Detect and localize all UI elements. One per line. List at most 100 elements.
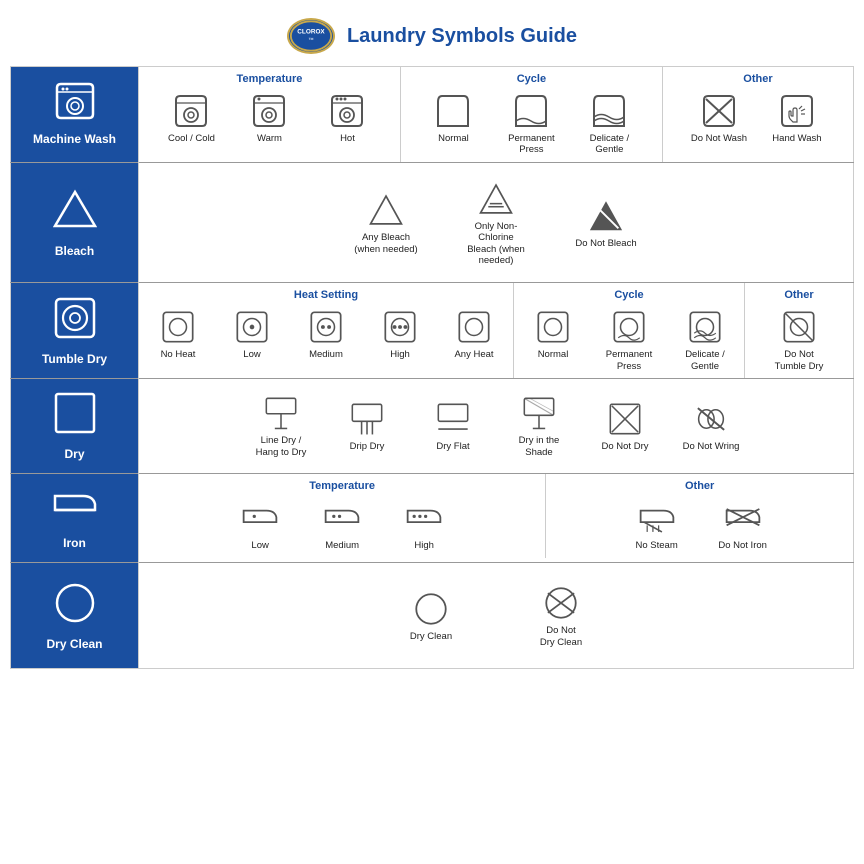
- do-not-wash-icon: [701, 91, 737, 131]
- iron-header: Iron: [11, 474, 139, 563]
- dry-clean-icon-main: [17, 581, 132, 633]
- item-dry-clean: Dry Clean: [396, 589, 466, 642]
- do-not-iron-label: Do Not Iron: [718, 540, 767, 551]
- tumble-dry-row: Tumble Dry Heat Setting: [11, 283, 854, 379]
- item-line-dry: Line Dry /Hang to Dry: [246, 393, 316, 458]
- tumble-dry-label: Tumble Dry: [17, 352, 132, 366]
- machine-wash-row: Machine Wash Temperature: [11, 67, 854, 163]
- do-not-wash-label: Do Not Wash: [691, 133, 747, 144]
- temp-title: Temperature: [143, 73, 396, 85]
- item-drip-dry: Drip Dry: [332, 399, 402, 452]
- item-dry-cycle-normal: Normal: [518, 307, 588, 372]
- dry-flat-label: Dry Flat: [436, 441, 469, 452]
- item-do-not-dry-clean: Do NotDry Clean: [526, 583, 596, 648]
- do-not-dry-clean-label: Do NotDry Clean: [540, 625, 582, 648]
- dry-cycle-perm-icon: [612, 307, 646, 347]
- hand-wash-label: Hand Wash: [772, 133, 821, 144]
- item-do-not-tumble: Do NotTumble Dry: [764, 307, 834, 372]
- dry-cycle-perm-label: PermanentPress: [606, 349, 652, 372]
- wash-delicate-icon: [591, 91, 627, 131]
- dry-cycle-delicate-icon: [688, 307, 722, 347]
- dry-high-label: High: [390, 349, 410, 360]
- iron-icon-main: [17, 486, 132, 532]
- wash-hot-icon: [329, 91, 365, 131]
- wash-normal-icon: [435, 91, 471, 131]
- wash-perm-icon: [513, 91, 549, 131]
- dry-label: Dry: [17, 447, 132, 461]
- dry-high-icon: [383, 307, 417, 347]
- dry-medium-label: Medium: [309, 349, 343, 360]
- no-heat-label: No Heat: [161, 349, 196, 360]
- any-bleach-icon: [368, 190, 404, 230]
- item-iron-low: Low: [225, 498, 295, 551]
- iron-medium-label: Medium: [325, 540, 359, 551]
- iron-content: Temperature Low: [139, 474, 854, 563]
- do-not-dry-icon: [608, 399, 642, 439]
- item-no-heat: No Heat: [143, 307, 213, 360]
- non-chlorine-label: Only Non-ChlorineBleach (when needed): [461, 221, 531, 267]
- item-dry-cycle-delicate: Delicate /Gentle: [670, 307, 740, 372]
- item-normal: Normal: [418, 91, 488, 156]
- item-dry-shade: Dry in theShade: [504, 393, 574, 458]
- machine-wash-header: Machine Wash: [11, 67, 139, 163]
- heat-setting-title: Heat Setting: [143, 289, 509, 301]
- dry-row: Dry Line Dry /Hang to Dry: [11, 379, 854, 474]
- machine-wash-icon: [17, 82, 132, 128]
- hand-wash-icon: [779, 91, 815, 131]
- do-not-tumble-icon: [782, 307, 816, 347]
- machine-wash-content: Temperature: [139, 67, 854, 163]
- item-dry-low: Low: [217, 307, 287, 360]
- drip-dry-icon: [350, 399, 384, 439]
- delicate-label: Delicate /Gentle: [590, 133, 630, 156]
- dry-clean-item-label: Dry Clean: [410, 631, 452, 642]
- item-dry-high: High: [365, 307, 435, 360]
- do-not-tumble-label: Do NotTumble Dry: [775, 349, 824, 372]
- item-hot: Hot: [312, 91, 382, 144]
- item-iron-medium: Medium: [307, 498, 377, 551]
- iron-other-title: Other: [550, 480, 849, 492]
- dry-cycle-delicate-label: Delicate /Gentle: [685, 349, 725, 372]
- do-not-wring-icon: [694, 399, 728, 439]
- dry-icon-main: [17, 391, 132, 443]
- do-not-wring-label: Do Not Wring: [683, 441, 740, 452]
- iron-row: Iron Temperature: [11, 474, 854, 563]
- item-do-not-bleach: Do Not Bleach: [571, 196, 641, 249]
- no-steam-label: No Steam: [636, 540, 678, 551]
- drip-dry-label: Drip Dry: [350, 441, 385, 452]
- dry-clean-content: Dry Clean Do NotDry Clean: [139, 563, 854, 669]
- item-warm: Warm: [234, 91, 304, 144]
- item-any-bleach: Any Bleach(when needed): [351, 190, 421, 255]
- svg-text:CLOROX: CLOROX: [297, 28, 325, 35]
- bleach-label: Bleach: [17, 244, 132, 258]
- do-not-dry-clean-icon: [543, 583, 579, 623]
- iron-high-icon: [406, 498, 442, 538]
- item-do-not-iron: Do Not Iron: [708, 498, 778, 551]
- header: CLOROX ™ Laundry Symbols Guide: [10, 10, 854, 66]
- item-no-steam: No Steam: [622, 498, 692, 551]
- do-not-dry-label: Do Not Dry: [602, 441, 649, 452]
- item-do-not-wring: Do Not Wring: [676, 399, 746, 452]
- no-heat-icon: [161, 307, 195, 347]
- dry-cycle-normal-icon: [536, 307, 570, 347]
- dry-clean-header: Dry Clean: [11, 563, 139, 669]
- non-chlorine-icon: [478, 179, 514, 219]
- tumble-dry-content: Heat Setting No Heat: [139, 283, 854, 379]
- dry-medium-icon: [309, 307, 343, 347]
- dry-content: Line Dry /Hang to Dry Drip Dry: [139, 379, 854, 474]
- page-wrapper: CLOROX ™ Laundry Symbols Guide: [0, 0, 864, 679]
- do-not-bleach-label: Do Not Bleach: [575, 238, 636, 249]
- normal-label: Normal: [438, 133, 469, 144]
- wash-warm-icon: [251, 91, 287, 131]
- no-steam-icon: [639, 498, 675, 538]
- item-hand-wash: Hand Wash: [762, 91, 832, 144]
- bleach-content: Any Bleach(when needed) Only Non-Chlorin…: [139, 162, 854, 283]
- dry-cycle-normal-label: Normal: [538, 349, 569, 360]
- dry-header: Dry: [11, 379, 139, 474]
- dry-shade-label: Dry in theShade: [519, 435, 560, 458]
- dry-other-title: Other: [749, 289, 849, 301]
- machine-wash-label: Machine Wash: [17, 132, 132, 146]
- dry-clean-row: Dry Clean Dry Clean: [11, 563, 854, 669]
- tumble-dry-icon-main: [17, 296, 132, 348]
- item-cool-cold: Cool / Cold: [156, 91, 226, 144]
- do-not-bleach-icon: [588, 196, 624, 236]
